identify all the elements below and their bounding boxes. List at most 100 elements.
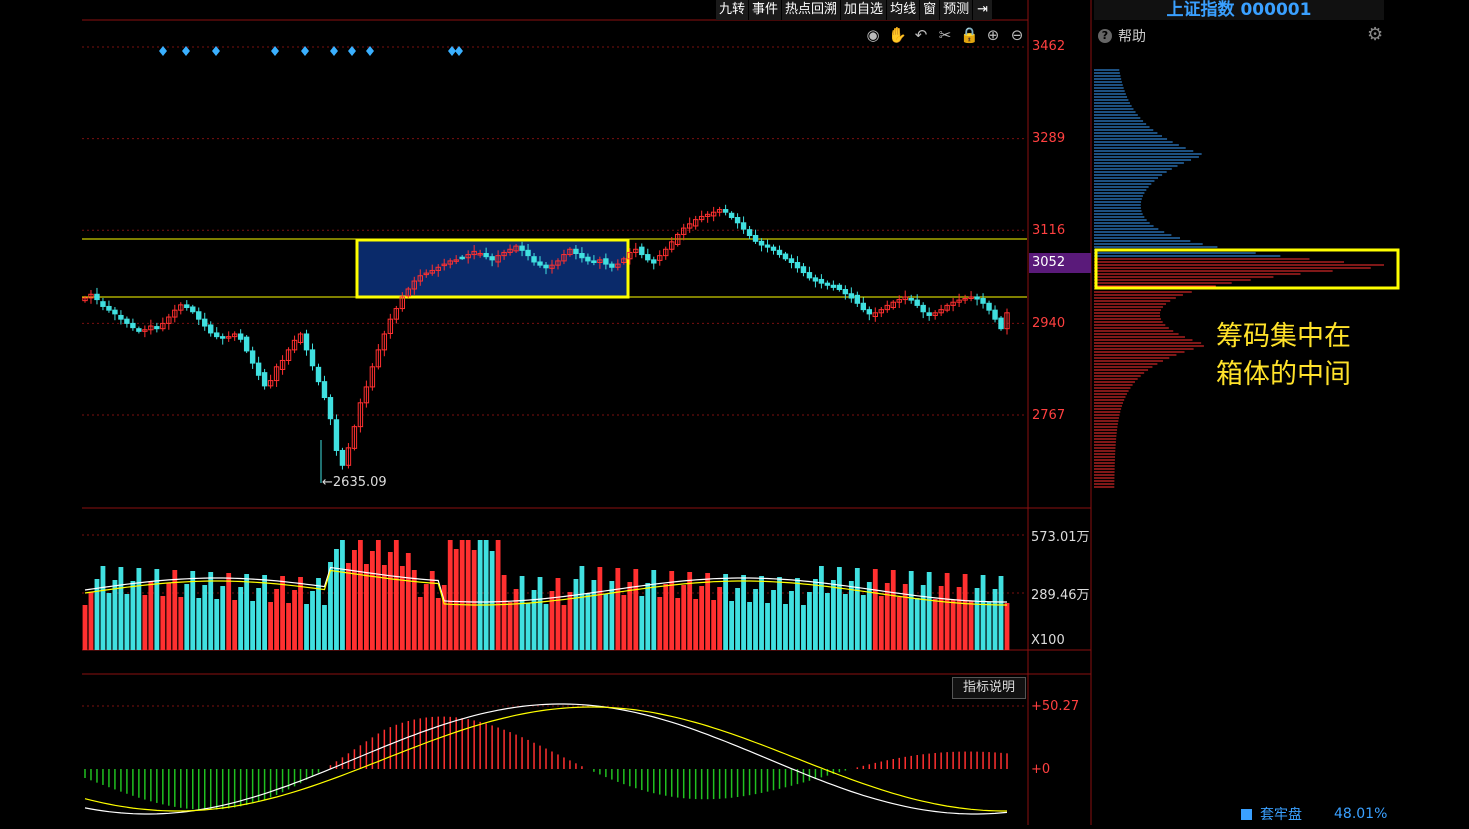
candle-body xyxy=(202,318,208,327)
volume-bar xyxy=(842,594,848,650)
undo-icon[interactable]: ↶ xyxy=(912,26,930,44)
indicator-help-button[interactable]: 指标说明 xyxy=(952,677,1026,699)
candle-body xyxy=(184,304,190,309)
volume-bar xyxy=(112,580,118,650)
volume-bar xyxy=(807,592,812,650)
candle-body xyxy=(196,311,202,320)
volume-bar xyxy=(962,574,968,650)
volume-bar xyxy=(878,596,884,650)
volume-bar xyxy=(543,604,549,650)
lock-icon[interactable]: 🔒 xyxy=(960,26,979,44)
candle-body xyxy=(651,259,657,264)
candle-body xyxy=(106,305,112,311)
volume-bar xyxy=(148,582,154,650)
volume-bar xyxy=(783,604,788,650)
volume-bar xyxy=(729,601,734,650)
volume-bar xyxy=(621,595,627,650)
volume-bar xyxy=(645,583,651,650)
volume-bar xyxy=(507,602,513,650)
hand-icon[interactable]: ✋ xyxy=(888,26,907,44)
volume-bar xyxy=(830,580,836,650)
toolbar-forecast-button[interactable]: 预测 xyxy=(940,0,974,20)
volume-bar xyxy=(322,605,327,650)
eye-icon[interactable]: ◉ xyxy=(864,26,882,44)
volume-bar xyxy=(268,602,273,650)
volume-bar xyxy=(435,598,441,650)
volume-bar xyxy=(274,589,279,650)
volume-bar xyxy=(459,540,465,650)
volume-bar xyxy=(974,588,980,650)
volume-bar xyxy=(262,575,268,650)
volume-mid-label: 289.46万 xyxy=(1031,588,1090,603)
volume-bar xyxy=(346,563,351,650)
question-icon: ? xyxy=(1098,29,1112,43)
volume-bar xyxy=(950,600,956,650)
volume-bar xyxy=(824,593,830,650)
candle-body xyxy=(525,249,531,257)
volume-bar xyxy=(884,583,890,650)
candle-body xyxy=(243,336,250,352)
volume-bar xyxy=(393,540,399,650)
volume-bar xyxy=(483,540,489,650)
volume-bar xyxy=(693,599,699,650)
volume-bar xyxy=(926,572,932,650)
signal-diamond xyxy=(348,46,356,56)
volume-bar xyxy=(489,551,495,650)
candle-body xyxy=(758,240,765,246)
volume-bar xyxy=(166,583,172,650)
volume-bar xyxy=(537,577,543,650)
toolbar-add-watchlist-button[interactable]: 加自选 xyxy=(841,0,888,20)
gear-icon[interactable]: ⚙ xyxy=(1367,24,1383,45)
volume-bar xyxy=(417,597,423,650)
volume-bar xyxy=(717,587,723,650)
zoom-out-icon[interactable]: ⊖ xyxy=(1008,26,1026,44)
help-link[interactable]: ? 帮助 xyxy=(1098,26,1146,46)
volume-bar xyxy=(292,590,297,650)
volume-bar xyxy=(387,552,393,650)
candle-body xyxy=(722,209,729,213)
volume-bar xyxy=(130,581,136,650)
volume-bar xyxy=(214,599,220,650)
volume-bar xyxy=(699,586,705,650)
volume-bar xyxy=(250,601,256,650)
zoom-in-icon[interactable]: ⊕ xyxy=(984,26,1002,44)
volume-bar xyxy=(705,573,711,650)
candle-body xyxy=(609,263,615,268)
signal-diamond xyxy=(455,46,463,56)
volume-bar xyxy=(399,566,405,650)
volume-bar xyxy=(735,588,740,650)
toolbar-hot-review-button[interactable]: 热点回溯 xyxy=(782,0,842,20)
volume-bar xyxy=(310,591,315,650)
candle-body xyxy=(136,328,142,332)
volume-bar xyxy=(190,571,196,650)
macd-zero-label: +0 xyxy=(1031,762,1051,777)
toolbar-window-button[interactable]: 窗 xyxy=(920,0,941,20)
candle-body xyxy=(806,272,813,279)
volume-bar xyxy=(968,601,974,650)
candle-body xyxy=(908,298,914,301)
scissors-icon[interactable]: ✂ xyxy=(936,26,954,44)
candle-body xyxy=(998,317,1004,330)
toolbar-jiuzhuan-button[interactable]: 九转 xyxy=(716,0,750,20)
volume-bar xyxy=(363,564,369,650)
volume-bar xyxy=(765,603,770,650)
price-tick-label: 2940 xyxy=(1032,316,1066,331)
candle-body xyxy=(321,381,328,399)
volume-bar xyxy=(836,567,842,650)
candle-body xyxy=(794,262,801,269)
toolbar-ma-button[interactable]: 均线 xyxy=(887,0,921,20)
volume-bar xyxy=(777,577,782,650)
candle-body xyxy=(190,306,196,313)
signal-diamond xyxy=(448,46,456,56)
volume-bar xyxy=(896,597,902,650)
arrow-right-bar-icon[interactable]: ⇥ xyxy=(973,0,993,20)
volume-bar xyxy=(747,602,752,650)
main-chart-svg[interactable] xyxy=(0,0,1469,825)
toolbar-events-button[interactable]: 事件 xyxy=(749,0,783,20)
candle-body xyxy=(986,302,992,311)
volume-bar xyxy=(513,589,519,650)
annotation-line-1: 筹码集中在 xyxy=(1216,321,1351,352)
volume-bar xyxy=(681,585,687,650)
volume-bar xyxy=(603,594,609,650)
volume-bar xyxy=(334,549,339,650)
